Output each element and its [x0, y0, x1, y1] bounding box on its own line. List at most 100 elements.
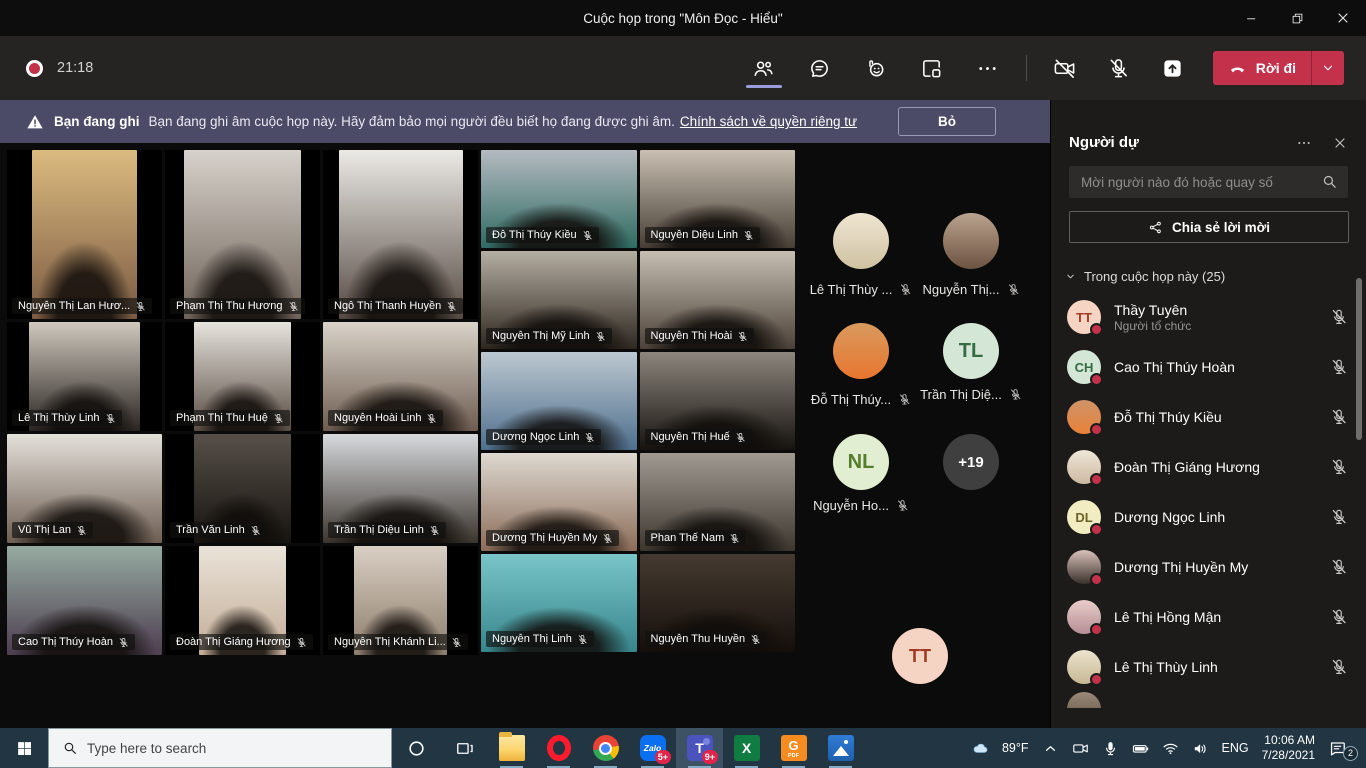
overflow-participant[interactable]: Lê Thị Thùy ... [806, 213, 916, 297]
mic-off-icon[interactable] [1330, 658, 1348, 676]
volume-icon[interactable] [1192, 740, 1209, 757]
taskbar-app-file-explorer[interactable] [488, 728, 535, 768]
participant-row[interactable]: Lê Thị Thùy Linh [1051, 642, 1366, 692]
overflow-participant[interactable]: +19 [916, 434, 1026, 490]
video-tile[interactable]: Nguyễn Thị Khánh Li... [323, 546, 478, 655]
video-tile[interactable]: Ngô Thị Thanh Huyền [323, 150, 478, 319]
video-tile[interactable]: Phạm Thị Thu Huệ [165, 322, 320, 431]
taskbar-search[interactable] [48, 728, 392, 768]
leave-button[interactable]: Rời đi [1213, 51, 1311, 85]
video-tile[interactable]: Nguyễn Thị Lan Hươ... [7, 150, 162, 319]
close-button[interactable] [1320, 0, 1366, 36]
video-tile[interactable]: Vũ Thị Lan [7, 434, 162, 543]
mic-off-button[interactable] [1105, 48, 1133, 88]
invite-search-input[interactable] [1069, 166, 1348, 198]
taskbar-app-opera[interactable] [535, 728, 582, 768]
mic-off-icon[interactable] [1330, 408, 1348, 426]
participant-row[interactable]: Lê Thị Hồng Mận [1051, 592, 1366, 642]
weather-cloud-icon[interactable] [972, 740, 989, 757]
participants-button[interactable] [750, 48, 778, 88]
video-tile[interactable]: Trần Văn Linh [165, 434, 320, 543]
reactions-button[interactable] [862, 48, 890, 88]
mic-off-icon[interactable] [1330, 558, 1348, 576]
video-tile[interactable]: Phạm Thị Thu Hương [165, 150, 320, 319]
participant-row[interactable] [1051, 692, 1366, 708]
video-tile[interactable]: Cao Thị Thúy Hoàn [7, 546, 162, 655]
meet-now-icon[interactable] [1072, 740, 1089, 757]
participant-row[interactable]: CH Cao Thị Thúy Hoàn [1051, 342, 1366, 392]
avatar-initials: CH [1075, 360, 1094, 375]
mic-off-icon[interactable] [1330, 308, 1348, 326]
panel-more-button[interactable] [1296, 135, 1312, 151]
mic-off-icon[interactable] [1330, 458, 1348, 476]
breakout-rooms-button[interactable] [918, 48, 946, 88]
participant-row[interactable]: Đoàn Thị Giáng Hương [1051, 442, 1366, 492]
participant-row[interactable]: TT Thầy Tuyên Người tổ chức [1051, 292, 1366, 342]
taskbar-clock[interactable]: 10:06 AM 7/28/2021 [1262, 733, 1315, 763]
restore-button[interactable] [1274, 0, 1320, 36]
video-tile[interactable]: Trần Thị Diệu Linh [323, 434, 478, 543]
taskbar-app-photos[interactable] [817, 728, 864, 768]
video-tile[interactable]: Nguyễn Diệu Linh [640, 150, 796, 248]
panel-close-button[interactable] [1332, 135, 1348, 151]
taskbar-app-teams[interactable]: T 9+ [676, 728, 723, 768]
video-tile[interactable]: Lê Thị Thùy Linh [7, 322, 162, 431]
share-screen-button[interactable] [1159, 48, 1187, 88]
minimize-button[interactable] [1228, 0, 1274, 36]
language-indicator[interactable]: ENG [1222, 741, 1249, 755]
video-tile[interactable]: Nguyễn Thị Huế [640, 352, 796, 450]
taskbar-app-chrome[interactable] [582, 728, 629, 768]
participant-row[interactable]: Đỗ Thị Thúy Kiều [1051, 392, 1366, 442]
privacy-policy-link[interactable]: Chính sách về quyền riêng tư [680, 114, 857, 129]
overflow-participant[interactable]: TL Trần Thị Diệ... [916, 323, 1026, 402]
mic-off-icon [584, 432, 595, 443]
start-button[interactable] [0, 728, 48, 768]
video-tile[interactable]: Dương Thị Huyền My [481, 453, 637, 551]
mic-off-icon[interactable] [1330, 358, 1348, 376]
mic-off-icon[interactable] [1330, 508, 1348, 526]
video-tile[interactable]: Nguyễn Thị Linh [481, 554, 637, 652]
video-tile[interactable]: Phan Thế Nam [640, 453, 796, 551]
overflow-participant[interactable]: Nguyễn Thị... [916, 213, 1026, 297]
participant-name-chip: Phan Thế Nam [645, 530, 747, 546]
video-tile[interactable]: Nguyễn Hoài Linh [323, 322, 478, 431]
taskbar-app-zalo[interactable]: Zalo 5+ [629, 728, 676, 768]
cortana-button[interactable] [392, 728, 440, 768]
task-view-button[interactable] [440, 728, 488, 768]
tray-overflow-icon[interactable] [1042, 740, 1059, 757]
search-icon [62, 740, 78, 756]
taskbar-app-excel[interactable]: X [723, 728, 770, 768]
weather-temp[interactable]: 89°F [1002, 741, 1029, 755]
video-tile[interactable]: Đỗ Thị Thúy Kiều [481, 150, 637, 248]
participant-name: Dương Thị Huyền My [492, 532, 597, 544]
participant-name-chip: Trần Văn Linh [170, 522, 267, 538]
taskbar-search-input[interactable] [87, 741, 337, 756]
participant-name-chip: Nguyễn Hoài Linh [328, 410, 443, 426]
mic-off-icon[interactable] [1330, 608, 1348, 626]
action-center-button[interactable]: 2 [1328, 739, 1354, 758]
camera-off-button[interactable] [1051, 48, 1079, 88]
participant-row[interactable]: Dương Thị Huyền My [1051, 542, 1366, 592]
more-actions-button[interactable] [974, 48, 1002, 88]
panel-scrollbar-thumb[interactable] [1356, 278, 1362, 440]
video-tile[interactable]: Dương Ngọc Linh [481, 352, 637, 450]
video-tile[interactable]: Nguyễn Thu Huyền [640, 554, 796, 652]
share-invite-button[interactable]: Chia sẻ lời mời [1069, 211, 1349, 243]
microphone-tray-icon[interactable] [1102, 740, 1119, 757]
battery-icon[interactable] [1132, 740, 1149, 757]
taskbar-app-gpdf[interactable]: GPDF [770, 728, 817, 768]
participant-row[interactable]: DL Dương Ngọc Linh [1051, 492, 1366, 542]
wifi-icon[interactable] [1162, 740, 1179, 757]
self-video-cell[interactable]: TT [892, 628, 948, 684]
video-tile[interactable]: Nguyễn Thị Hoài [640, 251, 796, 349]
video-tile[interactable]: Nguyễn Thị Mỹ Linh [481, 251, 637, 349]
leave-options-button[interactable] [1311, 51, 1344, 85]
overflow-participant[interactable]: Đỗ Thị Thúy... [806, 323, 916, 407]
video-tile[interactable]: Đoàn Thị Giáng Hương [165, 546, 320, 655]
in-meeting-section-header[interactable]: Trong cuộc họp này (25) [1065, 269, 1348, 284]
chat-button[interactable] [806, 48, 834, 88]
dismiss-banner-button[interactable]: Bỏ [898, 107, 996, 136]
overflow-participant[interactable]: NL Nguyễn Ho... [806, 434, 916, 513]
meeting-elapsed-time: 21:18 [57, 60, 93, 76]
mic-off-icon [426, 413, 437, 424]
